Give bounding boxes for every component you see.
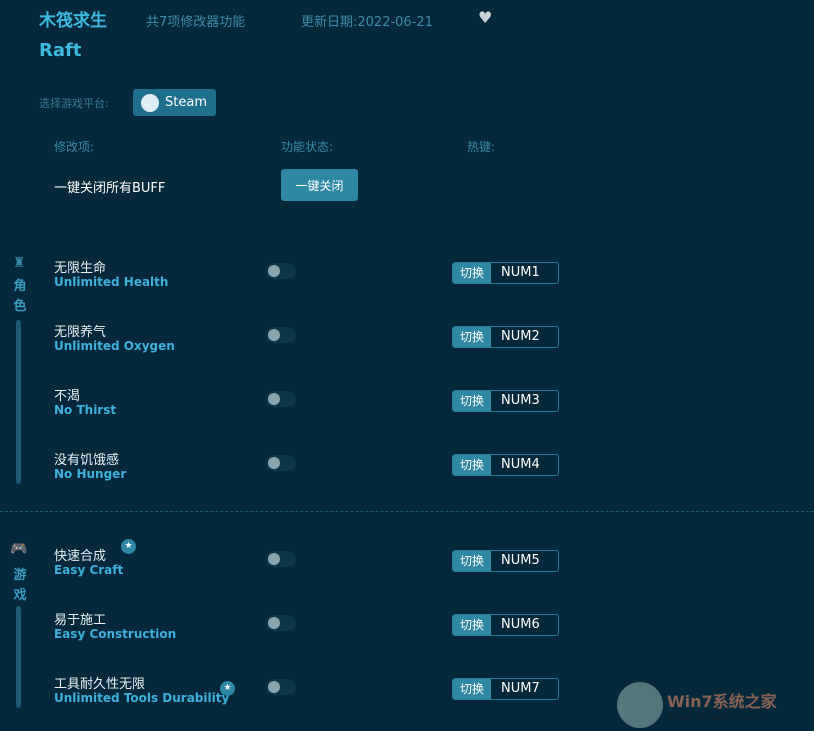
toggle-label: 切换: [453, 615, 491, 635]
row-name-en: Unlimited Health: [54, 275, 168, 289]
row-name-cn: 无限生命: [54, 257, 106, 276]
row-name-cn: 无限养气: [54, 321, 106, 340]
category-character: 角色: [10, 277, 30, 317]
feature-toggle[interactable]: [266, 391, 296, 407]
feature-toggle[interactable]: [266, 615, 296, 631]
hotkey-value: NUM5: [491, 551, 558, 571]
game-title: 木筏求生: [39, 6, 107, 31]
hotkey-box[interactable]: 切换NUM2: [452, 326, 559, 348]
hotkey-value: NUM6: [491, 615, 558, 635]
toggle-label: 切换: [453, 391, 491, 411]
row-name-en: No Thirst: [54, 403, 116, 417]
toggle-label: 切换: [453, 263, 491, 283]
row-name-cn: 工具耐久性无限: [54, 673, 145, 692]
row-name-cn: 易于施工: [54, 609, 106, 628]
character-icon: ♜: [10, 255, 28, 269]
row-name-en: Unlimited Tools Durability: [54, 691, 229, 705]
steam-button[interactable]: Steam: [133, 89, 216, 116]
close-all-button[interactable]: 一键关闭: [281, 169, 358, 201]
feature-toggle[interactable]: [266, 327, 296, 343]
row-name-en: Easy Construction: [54, 627, 176, 641]
category-bar: [16, 320, 21, 484]
game-title-en: Raft: [39, 40, 81, 61]
row-name-en: No Hunger: [54, 467, 126, 481]
star-icon: ★: [220, 681, 235, 696]
toggle-label: 切换: [453, 327, 491, 347]
column-item: 修改项:: [54, 138, 94, 155]
feature-count: 共7项修改器功能: [146, 11, 245, 30]
column-status: 功能状态:: [281, 138, 333, 155]
category-game: 游戏: [10, 566, 30, 606]
feature-toggle[interactable]: [266, 679, 296, 695]
platform-label: 选择游戏平台:: [39, 95, 109, 111]
row-name-cn: 不渴: [54, 385, 80, 404]
hotkey-box[interactable]: 切换NUM7: [452, 678, 559, 700]
star-icon: ★: [121, 539, 136, 554]
hotkey-box[interactable]: 切换NUM1: [452, 262, 559, 284]
toggle-label: 切换: [453, 551, 491, 571]
update-date: 更新日期:2022-06-21: [301, 11, 433, 30]
gamepad-icon: 🎮: [10, 541, 28, 555]
hotkey-value: NUM2: [491, 327, 558, 347]
column-hotkey: 热键:: [467, 138, 495, 155]
feature-toggle[interactable]: [266, 551, 296, 567]
row-name-cn: 快速合成: [54, 545, 106, 564]
toggle-label: 切换: [453, 455, 491, 475]
row-name-cn: 没有饥饿感: [54, 449, 119, 468]
buff-label: 一键关闭所有BUFF: [54, 177, 165, 196]
hotkey-value: NUM1: [491, 263, 558, 283]
feature-toggle[interactable]: [266, 263, 296, 279]
row-name-en: Easy Craft: [54, 563, 123, 577]
feature-toggle[interactable]: [266, 455, 296, 471]
category-bar: [16, 606, 21, 708]
row-name-en: Unlimited Oxygen: [54, 339, 175, 353]
steam-icon: [141, 94, 159, 112]
windows-logo-icon: [617, 682, 663, 728]
heart-icon[interactable]: ♥: [478, 8, 492, 27]
hotkey-box[interactable]: 切换NUM3: [452, 390, 559, 412]
steam-label: Steam: [165, 95, 207, 110]
hotkey-value: NUM4: [491, 455, 558, 475]
toggle-label: 切换: [453, 679, 491, 699]
hotkey-box[interactable]: 切换NUM6: [452, 614, 559, 636]
divider: [0, 511, 814, 512]
hotkey-value: NUM7: [491, 679, 558, 699]
hotkey-value: NUM3: [491, 391, 558, 411]
watermark: Win7系统之家Www.Winwin7.com: [617, 682, 777, 728]
hotkey-box[interactable]: 切换NUM5: [452, 550, 559, 572]
hotkey-box[interactable]: 切换NUM4: [452, 454, 559, 476]
